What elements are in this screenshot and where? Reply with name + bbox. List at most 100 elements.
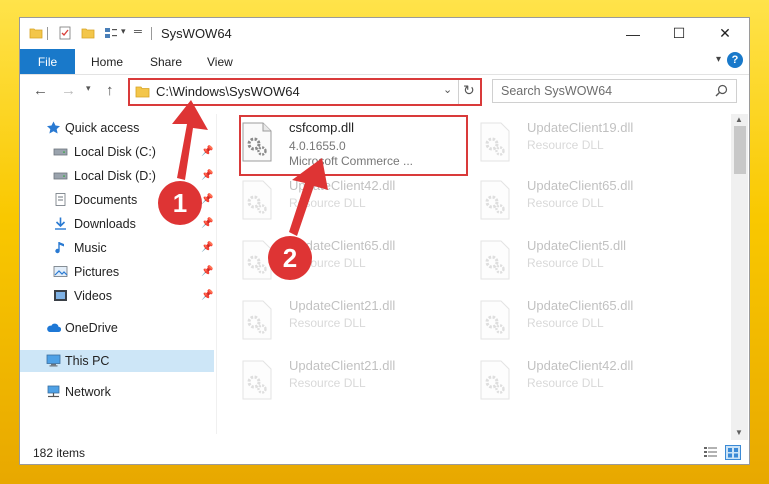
- up-arrow-icon[interactable]: ↑: [106, 82, 114, 99]
- search-placeholder[interactable]: Search SysWOW64: [501, 84, 612, 98]
- download-icon: [55, 217, 66, 230]
- scroll-up-icon[interactable]: ▲: [735, 115, 743, 124]
- drive-icon: [53, 172, 68, 180]
- forward-arrow-icon[interactable]: →: [61, 82, 76, 99]
- star-icon: [47, 121, 60, 134]
- sidebar-item-label: Quick access: [65, 121, 140, 135]
- new-folder-icon[interactable]: [81, 26, 95, 40]
- details-view-icon[interactable]: [703, 446, 718, 459]
- dll-file-icon: [242, 360, 272, 400]
- drive-icon: [53, 148, 68, 156]
- file-type: Resource DLL: [289, 376, 366, 390]
- customize-toolbar-icon[interactable]: [104, 26, 118, 40]
- expand-ribbon-icon[interactable]: ▾: [716, 54, 721, 65]
- ribbon-tabs: File Home Share View ▾ ?: [20, 49, 749, 75]
- pin-icon: 📌: [201, 218, 214, 229]
- recent-locations-icon[interactable]: ▾: [86, 83, 91, 94]
- item-count: 182 items: [33, 446, 86, 460]
- sidebar-item-local-disk-c[interactable]: Local Disk (C:) 📌: [20, 141, 214, 163]
- sidebar-item-onedrive[interactable]: OneDrive: [20, 317, 214, 339]
- qat-separator: [47, 27, 48, 40]
- file-highlight-box: [239, 115, 468, 176]
- search-input[interactable]: Search SysWOW64: [492, 79, 737, 103]
- pictures-icon: [53, 266, 68, 277]
- sidebar-item-quick-access[interactable]: Quick access: [20, 117, 214, 139]
- pin-icon: 📌: [201, 194, 214, 205]
- file-item[interactable]: UpdateClient21.dll Resource DLL: [241, 296, 466, 346]
- sidebar-item-label: OneDrive: [65, 321, 118, 335]
- file-name: UpdateClient21.dll: [289, 298, 396, 313]
- step-badge-1: 1: [158, 181, 202, 225]
- file-name: UpdateClient42.dll: [289, 178, 396, 193]
- close-button[interactable]: ✕: [702, 18, 748, 49]
- file-item[interactable]: UpdateClient21.dll Resource DLL: [241, 356, 466, 406]
- documents-icon: [55, 193, 66, 206]
- maximize-button[interactable]: ☐: [656, 18, 702, 49]
- videos-icon: [54, 290, 67, 301]
- pin-icon: 📌: [201, 146, 214, 157]
- file-type: Resource DLL: [527, 256, 604, 270]
- pin-icon: 📌: [201, 290, 214, 301]
- sidebar-item-this-pc[interactable]: This PC: [20, 350, 214, 372]
- music-icon: [55, 242, 64, 254]
- file-name: UpdateClient42.dll: [527, 358, 634, 373]
- sidebar-item-label: Music: [74, 241, 107, 255]
- sidebar-item-label: Documents: [74, 193, 138, 207]
- explorer-window: ▾ ═ SysWOW64 — ☐ ✕ File Home Share View …: [19, 17, 750, 465]
- address-dropdown-icon[interactable]: ⌄: [443, 83, 452, 96]
- file-item[interactable]: UpdateClient42.dll Resource DLL: [241, 176, 466, 226]
- file-item[interactable]: UpdateClient65.dll Resource DLL: [479, 296, 704, 346]
- vertical-scrollbar[interactable]: ▲ ▼: [731, 114, 748, 440]
- file-name: UpdateClient19.dll: [527, 120, 634, 135]
- title-separator: [151, 27, 152, 40]
- file-item[interactable]: UpdateClient19.dll Resource DLL: [479, 118, 704, 168]
- sidebar-item-label: Local Disk (D:): [74, 169, 156, 183]
- sidebar-item-label: Network: [65, 385, 111, 399]
- address-bar[interactable]: C:\Windows\SysWOW64 ⌄ ↻: [128, 78, 482, 106]
- dll-file-icon: [480, 300, 510, 340]
- scroll-down-icon[interactable]: ▼: [735, 428, 743, 437]
- search-icon[interactable]: [715, 84, 728, 97]
- navigation-pane: Quick access Local Disk (C:) 📌 Local Dis…: [20, 114, 217, 434]
- scrollbar-thumb[interactable]: [734, 126, 746, 174]
- step-badge-2: 2: [268, 236, 312, 280]
- folder-icon: [135, 86, 150, 98]
- file-item[interactable]: UpdateClient5.dll Resource DLL: [479, 236, 704, 286]
- pin-icon: 📌: [201, 170, 214, 181]
- sidebar-item-network[interactable]: Network: [20, 381, 214, 403]
- file-name: UpdateClient5.dll: [527, 238, 627, 253]
- properties-icon[interactable]: [58, 26, 72, 40]
- dll-file-icon: [480, 180, 510, 220]
- dll-file-icon: [242, 180, 272, 220]
- tab-home[interactable]: Home: [91, 49, 123, 74]
- help-button[interactable]: ?: [727, 52, 743, 68]
- tiles-view-icon[interactable]: [725, 445, 741, 460]
- file-item[interactable]: UpdateClient42.dll Resource DLL: [479, 356, 704, 406]
- dll-file-icon: [242, 300, 272, 340]
- tab-view[interactable]: View: [207, 49, 233, 74]
- file-type: Resource DLL: [527, 316, 604, 330]
- sidebar-item-label: Downloads: [74, 217, 136, 231]
- tab-share[interactable]: Share: [150, 49, 182, 74]
- qat-dropdown-icon[interactable]: ▾: [121, 26, 126, 37]
- qat-overflow-icon[interactable]: ═: [134, 26, 143, 38]
- minimize-button[interactable]: —: [610, 18, 656, 49]
- file-item[interactable]: UpdateClient65.dll Resource DLL: [479, 176, 704, 226]
- sidebar-item-videos[interactable]: Videos 📌: [20, 285, 214, 307]
- sidebar-item-label: Videos: [74, 289, 112, 303]
- tab-file[interactable]: File: [20, 49, 75, 74]
- pin-icon: 📌: [201, 266, 214, 277]
- back-arrow-icon[interactable]: ←: [33, 82, 48, 99]
- sidebar-item-pictures[interactable]: Pictures 📌: [20, 261, 214, 283]
- status-bar: 182 items: [20, 442, 749, 464]
- address-path[interactable]: C:\Windows\SysWOW64: [156, 84, 300, 99]
- refresh-icon[interactable]: ↻: [463, 82, 475, 99]
- sidebar-item-music[interactable]: Music 📌: [20, 237, 214, 259]
- file-type: Resource DLL: [289, 196, 366, 210]
- dll-file-icon: [480, 360, 510, 400]
- window-title: SysWOW64: [161, 26, 232, 41]
- computer-icon: [46, 354, 61, 367]
- file-type: Resource DLL: [527, 196, 604, 210]
- sidebar-item-label: This PC: [65, 354, 110, 368]
- pin-icon: 📌: [201, 242, 214, 253]
